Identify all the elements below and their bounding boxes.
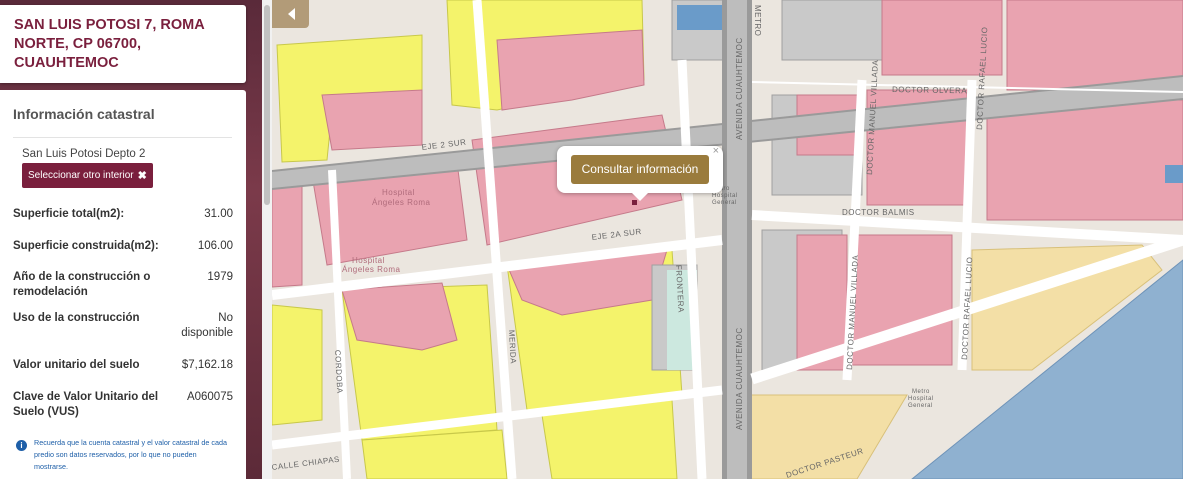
select-other-interior-button[interactable]: Seleccionar otro interior ✖ (22, 163, 153, 188)
street-label: DOCTOR OLVERA (892, 85, 967, 95)
poi-label: Hospital (908, 396, 934, 402)
cadastral-map[interactable]: EJE 2 SUR EJE 2A SUR AVENIDA CUAUHTEMOC … (272, 0, 1183, 479)
row-value: 31.00 (204, 208, 233, 220)
collapse-panel-button[interactable] (272, 0, 309, 28)
poi-label: Hospital (382, 188, 415, 197)
address-card: SAN LUIS POTOSI 7, ROMA NORTE, CP 06700,… (0, 5, 246, 83)
map-popup: Consultar información × (557, 145, 723, 201)
popup-tip (632, 193, 648, 201)
close-x-icon: ✖ (137, 170, 147, 182)
divider (13, 137, 232, 138)
map-canvas[interactable]: EJE 2 SUR EJE 2A SUR AVENIDA CUAUHTEMOC … (272, 0, 1183, 479)
row-value: A060075 (186, 391, 233, 403)
row-label: Uso de la construcción (13, 312, 140, 324)
scrollbar-thumb[interactable] (264, 5, 270, 205)
row-value: 1979 (207, 271, 233, 283)
street-label: METRO (753, 5, 762, 36)
row-value: $7,162.18 (181, 359, 233, 371)
street-label: MERIDA (507, 330, 518, 365)
address-title: SAN LUIS POTOSI 7, ROMA NORTE, CP 06700,… (14, 17, 205, 71)
row-value: 106.00 (197, 240, 233, 252)
row-value: No disponible (181, 312, 233, 339)
privacy-note-text: Recuerda que la cuenta catastral y el va… (34, 438, 227, 471)
row-label: Año de la construcción o remodelación (13, 271, 151, 298)
poi-label: General (908, 403, 933, 409)
panel-title: Información catastral (13, 106, 155, 122)
chevron-left-icon (287, 8, 295, 20)
consult-info-button[interactable]: Consultar información (571, 155, 709, 184)
street-label: DOCTOR BALMIS (842, 208, 915, 217)
street-label: AVENIDA CUAUHTEMOC (735, 37, 744, 140)
info-panel: Información catastral San Luis Potosi De… (0, 90, 246, 479)
poi-label: Metro (912, 389, 930, 395)
row-label: Clave de Valor Unitario del Suelo (VUS) (13, 391, 159, 418)
info-icon: i (16, 440, 27, 451)
panel-scrollbar[interactable] (262, 0, 272, 479)
interior-label: San Luis Potosi Depto 2 (22, 148, 146, 160)
select-other-label: Seleccionar otro interior (28, 170, 134, 181)
privacy-note: i Recuerda que la cuenta catastral y el … (16, 437, 231, 473)
street-label: AVENIDA CUAUHTEMOC (735, 327, 744, 430)
close-icon[interactable]: × (713, 145, 719, 157)
poi-label: Hospital (712, 193, 738, 199)
poi-label: Ángeles Roma (342, 265, 401, 274)
poi-label: General (712, 200, 737, 206)
row-label: Superficie total(m2): (13, 208, 125, 220)
poi-label: Ángeles Roma (372, 198, 431, 207)
row-label: Superficie construida(m2): (13, 240, 159, 252)
row-label: Valor unitario del suelo (13, 359, 140, 371)
poi-label: Hospital (352, 256, 385, 265)
